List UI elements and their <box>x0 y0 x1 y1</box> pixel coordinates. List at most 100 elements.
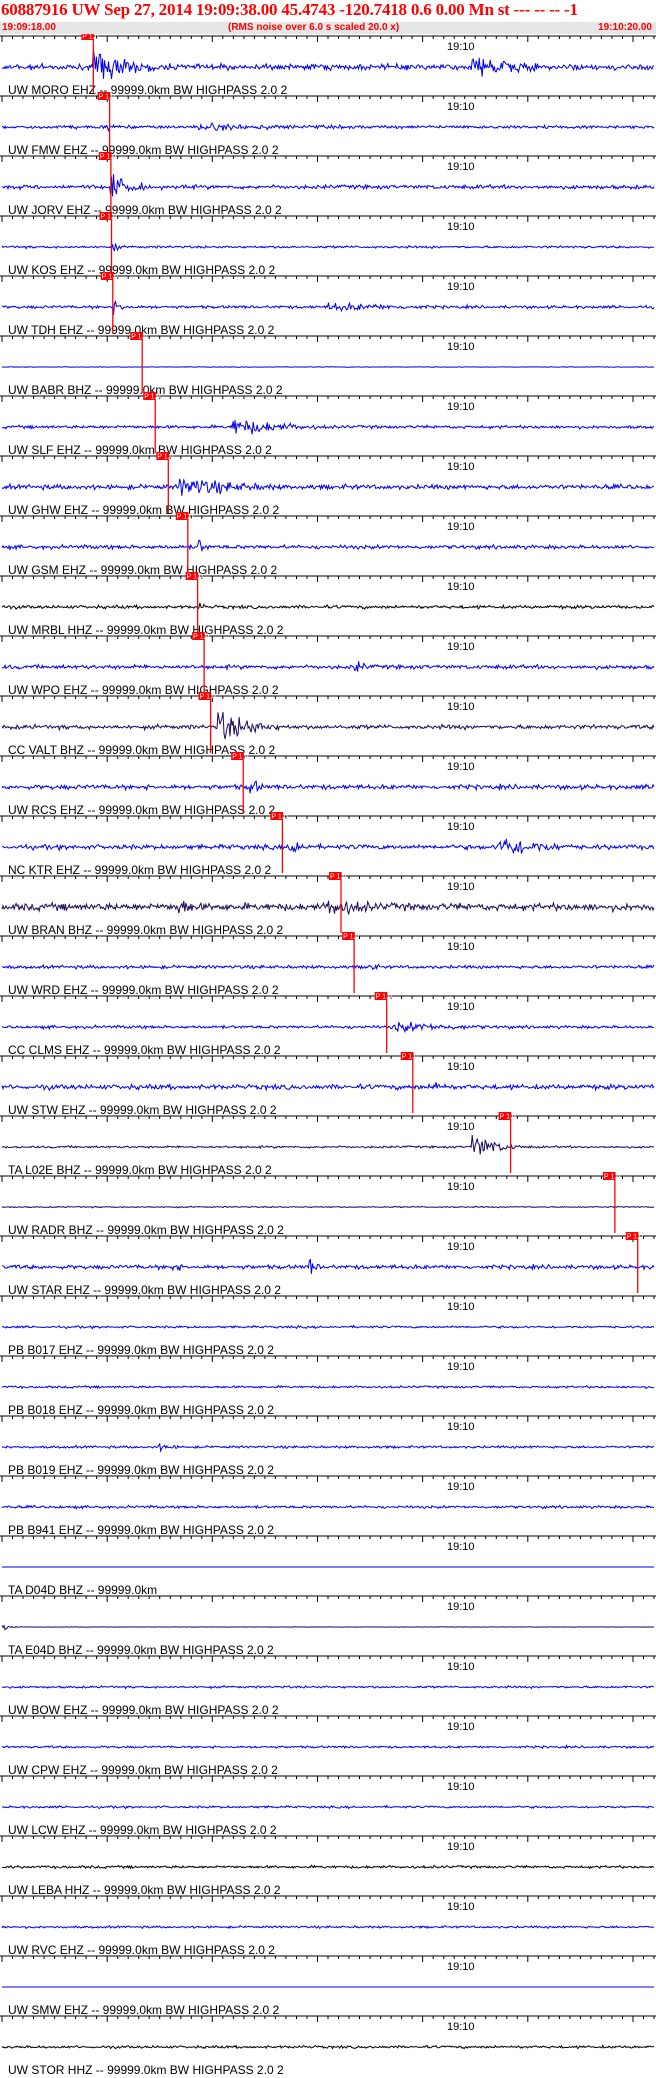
station-label: TA D04D BHZ -- 99999.0km <box>8 1583 157 1597</box>
center-time-label: 19:10 <box>447 1301 475 1313</box>
station-label: UW KOS EHZ -- 99999.0km BW HIGHPASS 2.0 … <box>8 263 276 277</box>
center-time-label: 19:10 <box>447 701 475 713</box>
station-label: UW MRBL HHZ -- 99999.0km BW HIGHPASS 2.0… <box>8 623 284 637</box>
center-time-label: 19:10 <box>447 2021 475 2033</box>
waveform <box>1 420 655 435</box>
pick-label: P 1.0 <box>330 874 346 881</box>
pick-label: P 1.0 <box>157 454 173 461</box>
header: 60887916 UW Sep 27, 2014 19:09:38.00 45.… <box>0 0 656 34</box>
station-label: UW RADR BHZ -- 99999.0km BW HIGHPASS 2.0… <box>8 1223 284 1237</box>
center-time-label: 19:10 <box>447 881 475 893</box>
event-title: 60887916 UW Sep 27, 2014 19:09:38.00 45.… <box>1 0 578 19</box>
center-time-label: 19:10 <box>447 221 475 233</box>
waveform <box>1 121 655 132</box>
pick-label: P 1.0 <box>99 94 115 101</box>
waveform <box>1 1258 655 1274</box>
pick-label: P 1.0 <box>101 214 117 221</box>
waveform <box>1 661 655 672</box>
center-time-label: 19:10 <box>447 41 475 53</box>
station-label: UW SMW EHZ -- 99999.0km BW HIGHPASS 2.0 … <box>8 2003 279 2017</box>
waveform <box>1 711 655 740</box>
waveform <box>1 1324 655 1330</box>
waveform <box>1 539 655 552</box>
station-label: NC KTR EHZ -- 99999.0km BW HIGHPASS 2.0 … <box>8 863 272 877</box>
center-time-label: 19:10 <box>447 401 475 413</box>
pick-label: P 1.0 <box>100 154 116 161</box>
waveform <box>1 838 655 855</box>
waveform <box>1 366 655 368</box>
station-label: UW BOW EHZ -- 99999.0km BW HIGHPASS 2.0 … <box>8 1703 279 1717</box>
pick-label: P 1.0 <box>343 934 359 941</box>
waveform <box>1 1504 655 1510</box>
center-time-label: 19:10 <box>447 1541 475 1553</box>
waveform <box>1 1744 655 1750</box>
waveform <box>1 1624 654 1631</box>
pick-label: P 1.0 <box>627 1234 643 1241</box>
waveform <box>1 478 655 496</box>
waveform <box>1 1082 655 1092</box>
station-label: PB B018 EHZ -- 99999.0km BW HIGHPASS 2.0… <box>8 1403 274 1417</box>
station-label: UW RCS EHZ -- 99999.0km BW HIGHPASS 2.0 … <box>8 803 276 817</box>
station-label: UW BRAN BHZ -- 99999.0km BW HIGHPASS 2.0… <box>8 923 284 937</box>
station-label: UW SLF EHZ -- 99999.0km BW HIGHPASS 2.0 … <box>8 443 272 457</box>
center-time-label: 19:10 <box>447 1841 475 1853</box>
station-label: UW GHW EHZ -- 99999.0km BW HIGHPASS 2.0 … <box>8 503 279 517</box>
pick-label: P 1.0 <box>102 274 118 281</box>
station-label: CC CLMS EHZ -- 99999.0km BW HIGHPASS 2.0… <box>8 1043 281 1057</box>
pick-label: P 1.0 <box>402 1054 418 1061</box>
center-time-label: 19:10 <box>447 1781 475 1793</box>
waveform <box>1 1864 655 1870</box>
center-time-label: 19:10 <box>447 1601 475 1613</box>
station-label: UW STW EHZ -- 99999.0km BW HIGHPASS 2.0 … <box>8 1103 277 1117</box>
station-label: UW STAR EHZ -- 99999.0km BW HIGHPASS 2.0… <box>8 1283 281 1297</box>
station-label: UW MORO EHZ -- 99999.0km BW HIGHPASS 2.0… <box>8 83 287 97</box>
waveform <box>1 1924 655 1930</box>
pick-label: P 1.0 <box>82 34 98 41</box>
waveform <box>1 899 655 915</box>
waveform <box>1 602 655 611</box>
station-label: TA L02E BHZ -- 99999.0km BW HIGHPASS 2.0… <box>8 1163 272 1177</box>
station-label: UW WRD EHZ -- 99999.0km BW HIGHPASS 2.0 … <box>8 983 279 997</box>
time-band: 19:09:18.00 (RMS noise over 6.0 s scaled… <box>0 22 656 34</box>
station-label: UW RVC EHZ -- 99999.0km BW HIGHPASS 2.0 … <box>8 1943 275 1957</box>
center-time-label: 19:10 <box>447 821 475 833</box>
center-time-label: 19:10 <box>447 581 475 593</box>
pick-label: P 1.0 <box>500 1114 516 1121</box>
waveform <box>1 1021 655 1034</box>
center-time-label: 19:10 <box>447 1001 475 1013</box>
station-label: UW FMW EHZ -- 99999.0km BW HIGHPASS 2.0 … <box>8 143 279 157</box>
start-time: 19:09:18.00 <box>2 22 56 33</box>
station-label: UW CPW EHZ -- 99999.0km BW HIGHPASS 2.0 … <box>8 1763 278 1777</box>
pick-label: P 1.0 <box>193 634 209 641</box>
seismogram-plot: 19:10 UW MORO EHZ -- 99999.0km BW HIGHPAS… <box>0 34 656 2077</box>
waveform <box>1 1384 655 1390</box>
end-time: 19:10:20.00 <box>598 22 652 33</box>
waveform <box>1 2044 655 2050</box>
station-label: UW JORV EHZ -- 99999.0km BW HIGHPASS 2.0… <box>8 203 282 217</box>
pick-label: P 1.0 <box>187 574 203 581</box>
center-time-label: 19:10 <box>447 1361 475 1373</box>
station-label: PB B019 EHZ -- 99999.0km BW HIGHPASS 2.0… <box>8 1463 274 1477</box>
waveform <box>1 1135 654 1155</box>
pick-label: P 1.0 <box>271 814 287 821</box>
pick-label: P 1.0 <box>144 394 160 401</box>
center-time-label: 19:10 <box>447 1901 475 1913</box>
pick-label: P 1.0 <box>376 994 392 1001</box>
waveform <box>1 963 655 971</box>
station-label: PB B941 EHZ -- 99999.0km BW HIGHPASS 2.0… <box>8 1523 274 1537</box>
center-time-label: 19:10 <box>447 1181 475 1193</box>
center-time-label: 19:10 <box>447 101 475 113</box>
pick-label: P 1.0 <box>131 334 147 341</box>
center-time-label: 19:10 <box>447 1661 475 1673</box>
center-time-label: 19:10 <box>447 1481 475 1493</box>
waveform <box>1 1684 655 1690</box>
pick-label: P 1.0 <box>604 1174 620 1181</box>
center-time-label: 19:10 <box>447 1961 475 1973</box>
station-label: TA E04D BHZ -- 99999.0km BW HIGHPASS 2.0… <box>8 1643 274 1657</box>
station-label: UW STOR HHZ -- 99999.0km BW HIGHPASS 2.0… <box>8 2063 284 2077</box>
center-time-label: 19:10 <box>447 1061 475 1073</box>
center-time-label: 19:10 <box>447 1421 475 1433</box>
center-time-label: 19:10 <box>447 461 475 473</box>
station-label: UW WPO EHZ -- 99999.0km BW HIGHPASS 2.0 … <box>8 683 279 697</box>
waveform <box>1 1205 655 1209</box>
